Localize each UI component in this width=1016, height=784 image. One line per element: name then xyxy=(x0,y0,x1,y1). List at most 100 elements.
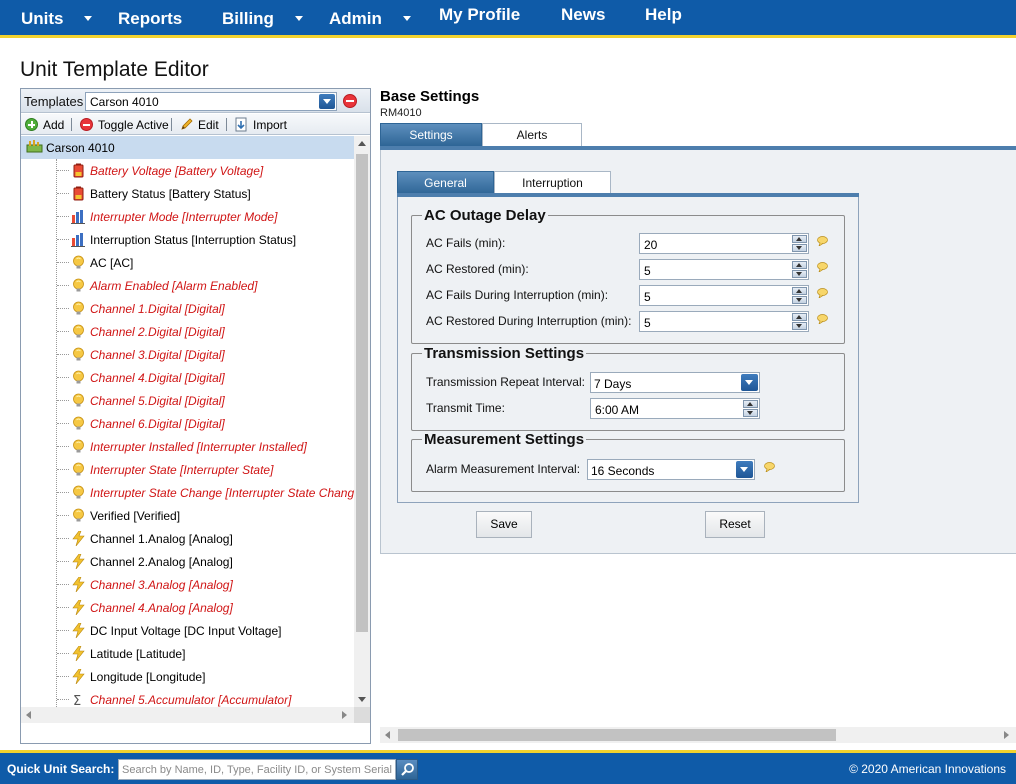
reset-button[interactable]: Reset xyxy=(705,511,765,538)
tree-item[interactable]: Channel 1.Digital [Digital] xyxy=(21,297,354,320)
tree-item[interactable]: Channel 4.Analog [Analog] xyxy=(21,596,354,619)
tree-item[interactable]: Channel 2.Analog [Analog] xyxy=(21,550,354,573)
transmission-repeat-select[interactable]: 7 Days xyxy=(590,372,760,393)
tooltip-icon[interactable] xyxy=(764,462,775,472)
scroll-left-icon[interactable] xyxy=(385,731,390,739)
nav-help[interactable]: Help xyxy=(645,0,682,34)
tab-settings[interactable]: Settings xyxy=(380,123,482,147)
decrement-icon[interactable] xyxy=(792,322,807,330)
tree-item[interactable]: Channel 6.Digital [Digital] xyxy=(21,412,354,435)
tooltip-icon[interactable] xyxy=(817,262,828,272)
nav-units[interactable]: Units xyxy=(21,0,64,38)
scroll-up-icon[interactable] xyxy=(358,141,366,146)
tab-alerts[interactable]: Alerts xyxy=(482,123,582,147)
tree-connector xyxy=(57,561,69,562)
tree-vertical-scrollbar[interactable] xyxy=(354,136,370,707)
decrement-icon[interactable] xyxy=(792,270,807,278)
tree-item[interactable]: Alarm Enabled [Alarm Enabled] xyxy=(21,274,354,297)
tree-item[interactable]: Channel 4.Digital [Digital] xyxy=(21,366,354,389)
tree-item[interactable]: Longitude [Longitude] xyxy=(21,665,354,688)
tree-root-node[interactable]: Carson 4010 xyxy=(21,136,354,159)
tree-item[interactable]: Channel 5.Digital [Digital] xyxy=(21,389,354,412)
tree-item[interactable]: Battery Status [Battery Status] xyxy=(21,182,354,205)
scrollbar-thumb[interactable] xyxy=(356,154,368,632)
tab-interruption[interactable]: Interruption xyxy=(494,171,611,195)
tooltip-icon[interactable] xyxy=(817,314,828,324)
nav-my-profile[interactable]: My Profile xyxy=(439,0,520,34)
bar-chart-icon xyxy=(71,232,86,247)
tree-item[interactable]: Interruption Status [Interruption Status… xyxy=(21,228,354,251)
lightbulb-icon xyxy=(71,508,86,523)
decrement-icon[interactable] xyxy=(743,409,758,417)
tree-root-label: Carson 4010 xyxy=(46,141,115,155)
content-horizontal-scrollbar[interactable] xyxy=(380,727,1016,743)
tree-item[interactable]: Channel 3.Digital [Digital] xyxy=(21,343,354,366)
ac-restored-interruption-stepper[interactable]: 5 xyxy=(639,311,809,332)
tree-item[interactable]: Channel 3.Analog [Analog] xyxy=(21,573,354,596)
tree-connector xyxy=(57,331,69,332)
increment-icon[interactable] xyxy=(792,261,807,269)
scroll-left-icon[interactable] xyxy=(26,711,31,719)
scroll-right-icon[interactable] xyxy=(342,711,347,719)
dropdown-arrow-icon[interactable] xyxy=(319,94,335,109)
decrement-icon[interactable] xyxy=(792,244,807,252)
tree-item[interactable]: Interrupter Installed [Interrupter Insta… xyxy=(21,435,354,458)
remove-template-icon[interactable] xyxy=(343,94,357,108)
increment-icon[interactable] xyxy=(743,400,758,408)
scroll-right-icon[interactable] xyxy=(1004,731,1009,739)
lightbulb-icon xyxy=(71,462,86,477)
tree-connector xyxy=(57,423,69,424)
scroll-down-icon[interactable] xyxy=(358,697,366,702)
increment-icon[interactable] xyxy=(792,287,807,295)
tab-general[interactable]: General xyxy=(397,171,494,195)
tree-item[interactable]: Channel 1.Analog [Analog] xyxy=(21,527,354,550)
scrollbar-thumb[interactable] xyxy=(398,729,836,741)
tree-horizontal-scrollbar[interactable] xyxy=(21,707,354,723)
templates-select[interactable]: Carson 4010 xyxy=(85,92,337,111)
sigma-icon: Σ xyxy=(71,692,86,707)
search-button[interactable] xyxy=(396,759,418,780)
base-settings-title: Base Settings xyxy=(380,88,480,105)
tooltip-icon[interactable] xyxy=(817,236,828,246)
nav-admin[interactable]: Admin xyxy=(329,0,382,38)
tree-item[interactable]: AC [AC] xyxy=(21,251,354,274)
edit-button[interactable]: Edit xyxy=(180,117,220,133)
chevron-down-icon[interactable] xyxy=(741,374,758,391)
tree-item[interactable]: Interrupter State [Interrupter State] xyxy=(21,458,354,481)
ac-fails-interruption-stepper[interactable]: 5 xyxy=(639,285,809,306)
tree-item[interactable]: Verified [Verified] xyxy=(21,504,354,527)
transmit-time-stepper[interactable]: 6:00 AM xyxy=(590,398,760,419)
tree-item-label: Battery Status [Battery Status] xyxy=(90,187,251,201)
increment-icon[interactable] xyxy=(792,313,807,321)
units-menu-chevron-down-icon[interactable] xyxy=(84,16,92,21)
toggle-active-button[interactable]: Toggle Active xyxy=(80,117,169,133)
tree-item[interactable]: Interrupter State Change [Interrupter St… xyxy=(21,481,354,504)
admin-menu-chevron-down-icon[interactable] xyxy=(403,16,411,21)
quick-unit-search-input[interactable] xyxy=(118,759,396,780)
increment-icon[interactable] xyxy=(792,235,807,243)
nav-billing[interactable]: Billing xyxy=(222,0,274,38)
tree-item[interactable]: Latitude [Latitude] xyxy=(21,642,354,665)
nav-news[interactable]: News xyxy=(561,0,605,34)
tree-connector xyxy=(57,377,69,378)
add-button[interactable]: Add xyxy=(25,117,65,133)
chevron-down-icon[interactable] xyxy=(736,461,753,478)
tree-item[interactable]: Σ Channel 5.Accumulator [Accumulator] xyxy=(21,688,354,707)
save-button[interactable]: Save xyxy=(476,511,532,538)
tree-item[interactable]: Channel 2.Digital [Digital] xyxy=(21,320,354,343)
lightbulb-icon xyxy=(71,439,86,454)
edit-label: Edit xyxy=(198,118,219,132)
ac-restored-stepper[interactable]: 5 xyxy=(639,259,809,280)
alarm-measurement-interval-select[interactable]: 16 Seconds xyxy=(587,459,755,480)
tree-item[interactable]: Interrupter Mode [Interrupter Mode] xyxy=(21,205,354,228)
billing-menu-chevron-down-icon[interactable] xyxy=(295,16,303,21)
import-button[interactable]: Import xyxy=(235,117,295,133)
tree-item[interactable]: DC Input Voltage [DC Input Voltage] xyxy=(21,619,354,642)
tooltip-icon[interactable] xyxy=(817,288,828,298)
tree-connector xyxy=(57,469,69,470)
decrement-icon[interactable] xyxy=(792,296,807,304)
lightning-icon xyxy=(71,622,86,639)
ac-fails-stepper[interactable]: 20 xyxy=(639,233,809,254)
nav-reports[interactable]: Reports xyxy=(118,0,182,38)
tree-item[interactable]: Battery Voltage [Battery Voltage] xyxy=(21,159,354,182)
